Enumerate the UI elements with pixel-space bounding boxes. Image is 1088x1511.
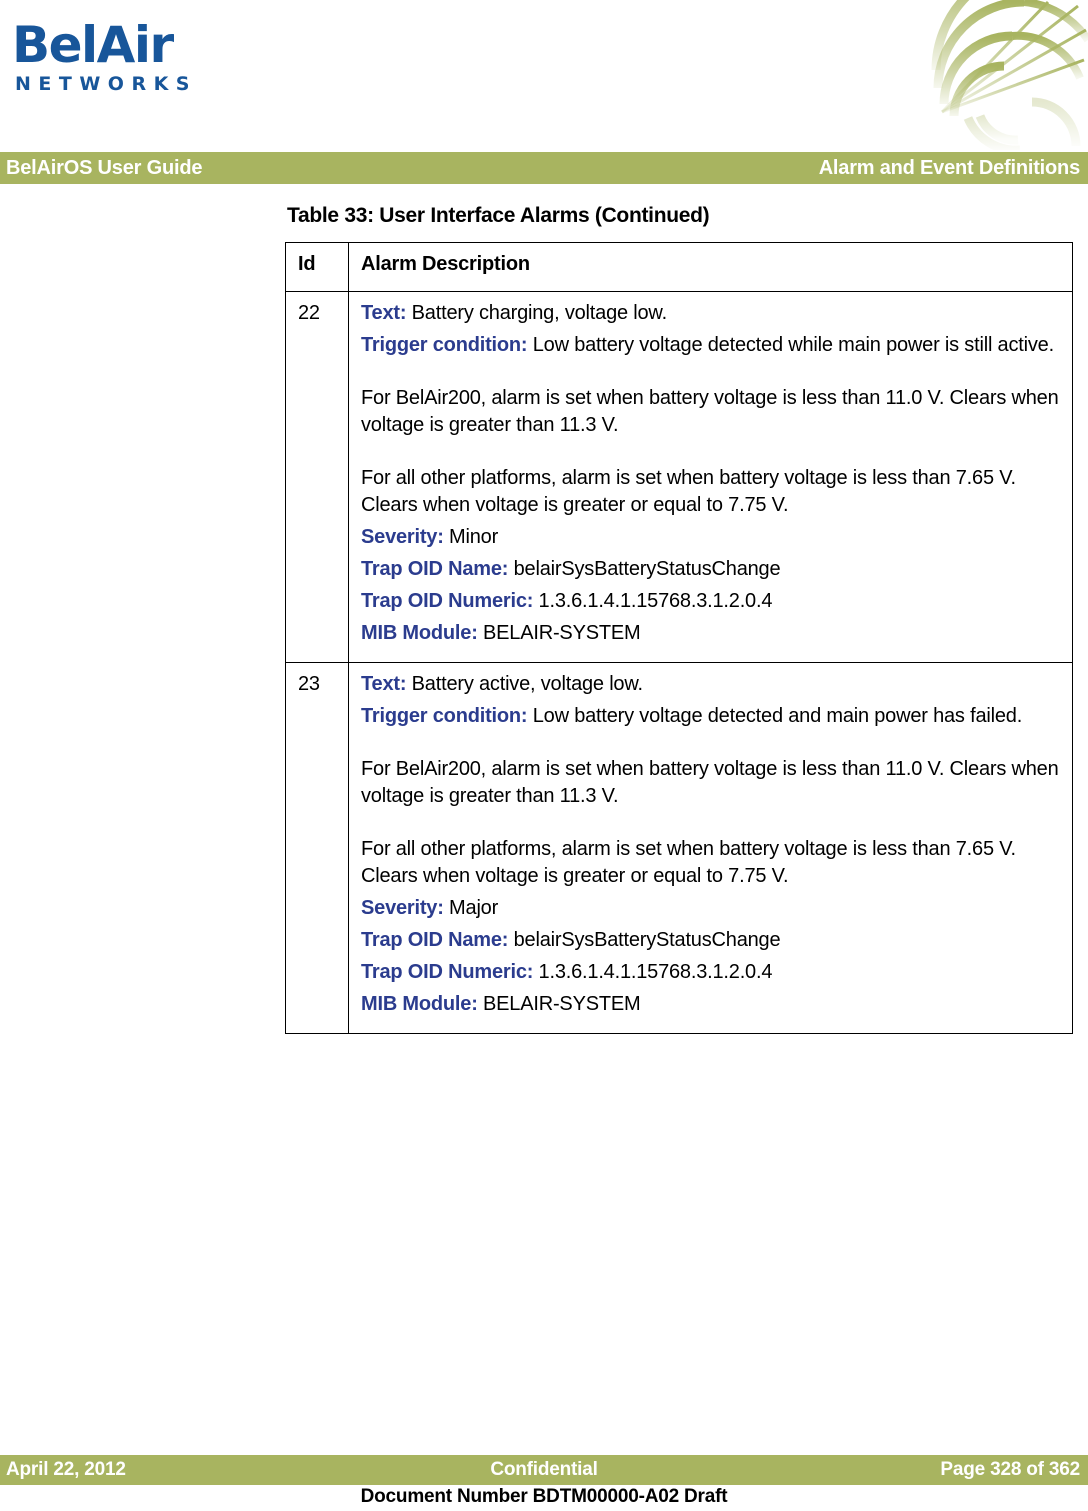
alarm-detail-paragraph: Text: Battery charging, voltage low. xyxy=(361,302,667,324)
alarm-description-cell: Text: Battery active, voltage low. Trigge… xyxy=(348,662,1073,1034)
footer-document-number: Document Number BDTM00000-A02 Draft xyxy=(360,1486,728,1507)
logo-subwordmark: NETWORKS xyxy=(15,73,197,95)
alarm-detail-label: Text: xyxy=(361,673,407,695)
alarm-id-cell: 23 xyxy=(285,662,349,1034)
alarm-detail-paragraph: For all other platforms, alarm is set wh… xyxy=(361,838,1016,887)
logo-wordmark: BelAir xyxy=(12,16,174,74)
alarm-detail-paragraph: Severity: Major xyxy=(361,897,499,919)
alarm-detail-label: Trigger condition: xyxy=(361,705,528,727)
alarm-detail-label: Trap OID Numeric: xyxy=(361,590,534,612)
alarm-detail-paragraph: For BelAir200, alarm is set when battery… xyxy=(361,387,1059,436)
alarm-detail-paragraph: MIB Module: BELAIR-SYSTEM xyxy=(361,622,641,644)
table-header-row: Id Alarm Description xyxy=(285,242,1073,292)
alarm-detail-label: Trap OID Name: xyxy=(361,558,509,580)
alarm-detail-label: Trigger condition: xyxy=(361,334,528,356)
alarm-detail-paragraph: Trap OID Numeric: 1.3.6.1.4.1.15768.3.1.… xyxy=(361,961,773,983)
page-header-band: BelAirOS User Guide Alarm and Event Defi… xyxy=(0,152,1088,184)
table-row: 22 Text: Battery charging, voltage low. Tr… xyxy=(285,291,1073,663)
page-footer-band: April 22, 2012 Confidential Page 328 of … xyxy=(0,1455,1088,1485)
alarm-detail-paragraph: Trap OID Numeric: 1.3.6.1.4.1.15768.3.1.… xyxy=(361,590,773,612)
alarm-detail-paragraph: Trap OID Name: belairSysBatteryStatusCha… xyxy=(361,929,781,951)
column-header-description: Alarm Description xyxy=(348,242,1073,292)
alarm-detail-paragraph: Trap OID Name: belairSysBatteryStatusCha… xyxy=(361,558,781,580)
table-caption: Table 33: User Interface Alarms (Continu… xyxy=(287,204,710,227)
page-content: Table 33: User Interface Alarms (Continu… xyxy=(285,203,1073,1034)
alarm-detail-label: Severity: xyxy=(361,897,444,919)
alarm-description-cell: Text: Battery charging, voltage low. Trig… xyxy=(348,291,1073,663)
alarm-detail-paragraph: For all other platforms, alarm is set wh… xyxy=(361,467,1016,516)
user-interface-alarms-table: Id Alarm Description 22 Text: Battery cha… xyxy=(285,242,1073,1034)
table-row: 23 Text: Battery active, voltage low. Trig… xyxy=(285,662,1073,1034)
footer-page-number: Page 328 of 362 xyxy=(940,1459,1080,1480)
page-logo-area: BelAir NETWORKS xyxy=(0,0,1088,152)
alarm-detail-paragraph: Trigger condition: Low battery voltage d… xyxy=(361,705,1023,727)
table-body: 22 Text: Battery charging, voltage low. Tr… xyxy=(285,291,1073,1034)
header-left-title: BelAirOS User Guide xyxy=(6,157,203,179)
alarm-detail-paragraph: MIB Module: BELAIR-SYSTEM xyxy=(361,993,641,1015)
alarm-id-cell: 22 xyxy=(285,291,349,663)
alarm-detail-paragraph: Trigger condition: Low battery voltage d… xyxy=(361,334,1054,356)
footer-confidentiality: Confidential xyxy=(490,1459,598,1480)
alarm-detail-label: Trap OID Name: xyxy=(361,929,509,951)
column-header-id: Id xyxy=(285,242,349,292)
fan-web-graphic xyxy=(931,0,1088,150)
header-right-title: Alarm and Event Definitions xyxy=(818,157,1081,179)
alarm-detail-label: Trap OID Numeric: xyxy=(361,961,534,983)
alarm-detail-paragraph: Text: Battery active, voltage low. xyxy=(361,673,643,695)
alarm-detail-label: MIB Module: xyxy=(361,993,478,1015)
belair-networks-logo: BelAir NETWORKS xyxy=(12,18,242,96)
alarm-detail-label: Text: xyxy=(361,302,407,324)
alarm-detail-paragraph: For BelAir200, alarm is set when battery… xyxy=(361,758,1059,807)
alarm-detail-label: MIB Module: xyxy=(361,622,478,644)
alarm-detail-paragraph: Severity: Minor xyxy=(361,526,499,548)
alarm-detail-label: Severity: xyxy=(361,526,444,548)
